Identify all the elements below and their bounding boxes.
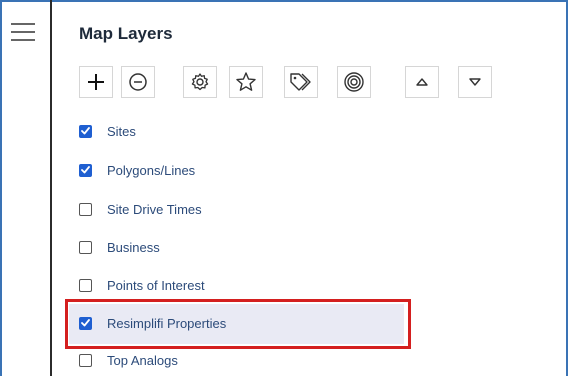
- remove-layer-button[interactable]: [121, 66, 155, 98]
- layer-label: Polygons/Lines: [107, 162, 196, 178]
- layer-checkbox[interactable]: [79, 353, 92, 367]
- layer-checkbox[interactable]: [79, 240, 92, 254]
- labels-button[interactable]: [284, 66, 318, 98]
- highlight-annotation-box: [65, 299, 411, 349]
- triangle-up-icon: [416, 78, 428, 86]
- favorite-button[interactable]: [229, 66, 263, 98]
- gear-icon: [191, 73, 209, 91]
- add-layer-button[interactable]: [79, 66, 113, 98]
- layer-label: Business: [107, 239, 160, 255]
- panel-title: Map Layers: [79, 24, 173, 43]
- layer-label: Points of Interest: [107, 277, 205, 293]
- layer-label: Top Analogs: [107, 352, 178, 368]
- layer-checkbox[interactable]: [79, 163, 92, 177]
- layer-checkbox[interactable]: [79, 278, 92, 292]
- move-up-button[interactable]: [405, 66, 439, 98]
- left-rail: [0, 0, 52, 376]
- checkmark-icon: [81, 127, 90, 135]
- triangle-down-icon: [469, 78, 481, 86]
- layer-row-top-analogs[interactable]: Top Analogs: [79, 347, 399, 373]
- layer-checkbox[interactable]: [79, 124, 92, 138]
- layer-row-polygons-lines[interactable]: Polygons/Lines: [79, 157, 399, 183]
- layer-row-site-drive-times[interactable]: Site Drive Times: [79, 196, 399, 222]
- target-button[interactable]: [337, 66, 371, 98]
- layer-row-sites[interactable]: Sites: [79, 118, 399, 144]
- menu-icon[interactable]: [11, 23, 35, 41]
- minus-circle-icon: [129, 73, 147, 91]
- target-icon: [344, 72, 364, 92]
- move-down-button[interactable]: [458, 66, 492, 98]
- layer-row-points-of-interest[interactable]: Points of Interest: [79, 272, 399, 298]
- star-icon: [236, 72, 256, 91]
- layer-label: Site Drive Times: [107, 201, 202, 217]
- checkmark-icon: [81, 166, 90, 174]
- layer-row-business[interactable]: Business: [79, 234, 399, 260]
- settings-button[interactable]: [183, 66, 217, 98]
- layer-label: Sites: [107, 123, 136, 139]
- tags-icon: [290, 73, 311, 91]
- layer-checkbox[interactable]: [79, 202, 92, 216]
- plus-icon: [88, 74, 104, 90]
